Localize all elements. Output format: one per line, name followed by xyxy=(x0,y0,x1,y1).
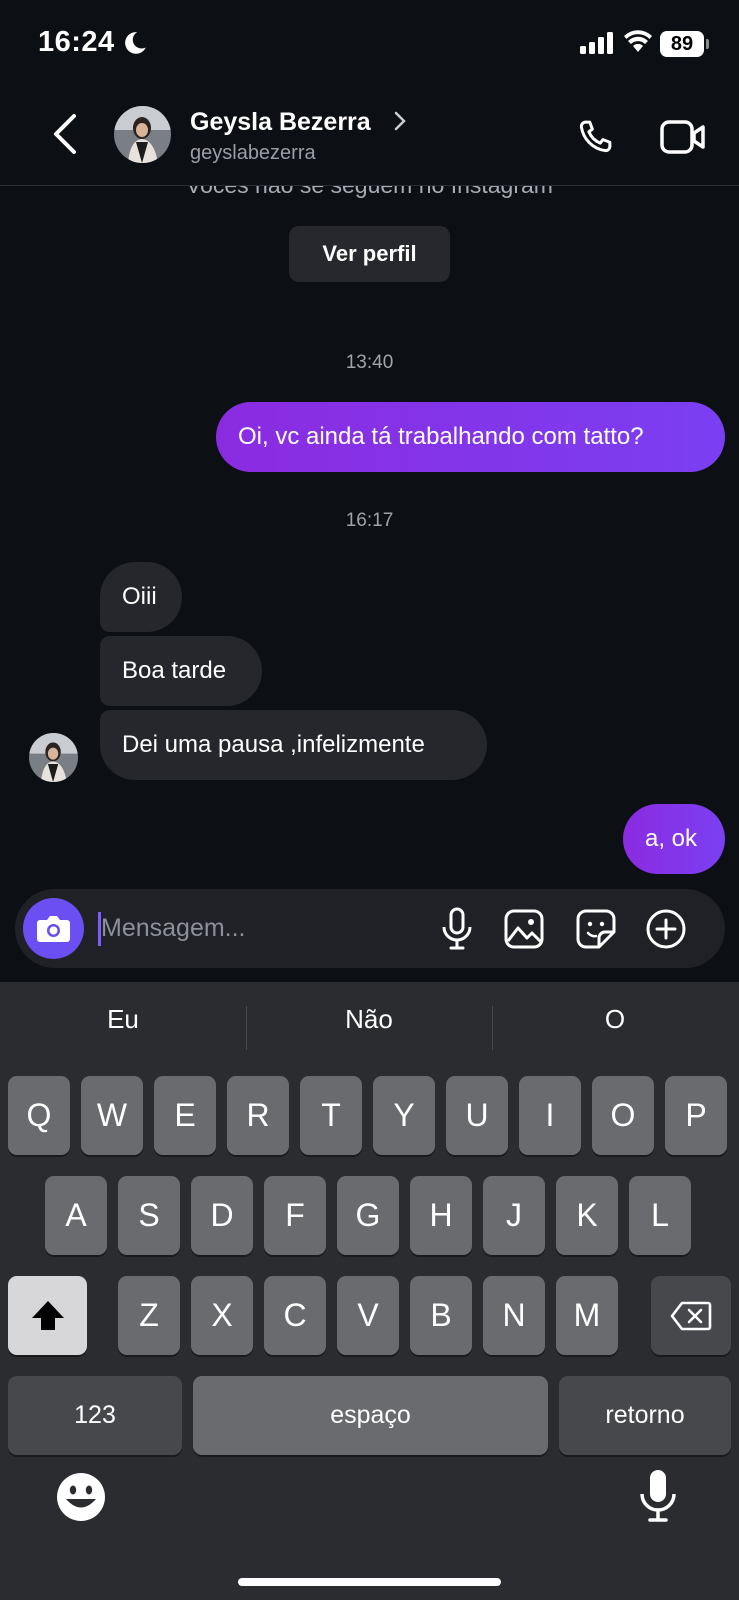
video-call-icon[interactable] xyxy=(660,118,706,156)
shift-key[interactable] xyxy=(8,1276,87,1355)
backspace-icon xyxy=(670,1301,712,1331)
key-s[interactable]: S xyxy=(118,1176,180,1255)
key-m[interactable]: M xyxy=(556,1276,618,1355)
dictation-mic-icon[interactable] xyxy=(638,1468,678,1524)
contact-name[interactable]: Geysla Bezerra xyxy=(190,108,371,137)
key-d[interactable]: D xyxy=(191,1176,253,1255)
key-y[interactable]: Y xyxy=(373,1076,435,1155)
wifi-icon xyxy=(624,30,652,52)
key-h[interactable]: H xyxy=(410,1176,472,1255)
sticker-icon[interactable] xyxy=(575,908,617,950)
key-v[interactable]: V xyxy=(337,1276,399,1355)
key-p[interactable]: P xyxy=(665,1076,727,1155)
received-message[interactable]: Boa tarde xyxy=(100,636,262,706)
phone-call-icon[interactable] xyxy=(574,116,616,158)
key-a[interactable]: A xyxy=(45,1176,107,1255)
battery-indicator: 89 xyxy=(660,31,704,57)
key-j[interactable]: J xyxy=(483,1176,545,1255)
received-message[interactable]: Oiii xyxy=(100,562,182,632)
timestamp: 13:40 xyxy=(345,352,394,373)
suggestion-2[interactable]: Não xyxy=(246,1004,492,1035)
home-indicator xyxy=(238,1578,501,1586)
key-n[interactable]: N xyxy=(483,1276,545,1355)
contact-username: geyslabezerra xyxy=(190,142,316,164)
sent-message[interactable]: Oi, vc ainda tá trabalhando com tatto? xyxy=(216,402,725,472)
suggestion-3[interactable]: O xyxy=(492,1004,738,1035)
camera-icon xyxy=(37,916,70,942)
message-input[interactable] xyxy=(101,901,421,956)
key-i[interactable]: I xyxy=(519,1076,581,1155)
sent-message[interactable]: a, ok xyxy=(623,804,725,874)
numbers-key[interactable]: 123 xyxy=(8,1376,182,1455)
shift-arrow-icon xyxy=(31,1301,64,1330)
key-t[interactable]: T xyxy=(300,1076,362,1155)
key-f[interactable]: F xyxy=(264,1176,326,1255)
key-x[interactable]: X xyxy=(191,1276,253,1355)
on-screen-keyboard: Eu Não O Q W E R T Y U I O P A S D F G H… xyxy=(0,982,739,1600)
signal-icon xyxy=(580,32,613,54)
moon-icon xyxy=(125,32,146,54)
key-c[interactable]: C xyxy=(264,1276,326,1355)
follow-status-note: Vocês não se seguem no Instagram xyxy=(0,186,739,199)
sender-avatar[interactable] xyxy=(29,733,78,782)
return-key[interactable]: retorno xyxy=(559,1376,731,1455)
key-b[interactable]: B xyxy=(410,1276,472,1355)
space-key[interactable]: espaço xyxy=(193,1376,548,1455)
chevron-right-icon[interactable] xyxy=(393,110,407,132)
message-thread: Vocês não se seguem no Instagram Ver per… xyxy=(0,186,739,886)
key-e[interactable]: E xyxy=(154,1076,216,1155)
received-message[interactable]: Dei uma pausa ,infelizmente xyxy=(100,710,487,780)
add-plus-icon[interactable] xyxy=(645,908,687,950)
gallery-icon[interactable] xyxy=(503,908,545,950)
key-u[interactable]: U xyxy=(446,1076,508,1155)
key-r[interactable]: R xyxy=(227,1076,289,1155)
key-w[interactable]: W xyxy=(81,1076,143,1155)
chat-header: Geysla Bezerra geyslabezerra xyxy=(0,90,739,186)
timestamp: 16:17 xyxy=(345,510,394,531)
key-q[interactable]: Q xyxy=(8,1076,70,1155)
suggestion-1[interactable]: Eu xyxy=(0,1004,246,1035)
key-z[interactable]: Z xyxy=(118,1276,180,1355)
message-composer xyxy=(15,889,725,968)
view-profile-button[interactable]: Ver perfil xyxy=(289,226,450,282)
avatar[interactable] xyxy=(114,106,171,163)
key-k[interactable]: K xyxy=(556,1176,618,1255)
key-o[interactable]: O xyxy=(592,1076,654,1155)
back-arrow-icon[interactable] xyxy=(48,112,82,156)
key-g[interactable]: G xyxy=(337,1176,399,1255)
battery-tip xyxy=(706,39,709,49)
camera-button[interactable] xyxy=(23,898,84,959)
status-bar: 16:24 89 xyxy=(0,0,739,90)
backspace-key[interactable] xyxy=(651,1276,731,1355)
key-l[interactable]: L xyxy=(629,1176,691,1255)
emoji-icon[interactable] xyxy=(56,1472,106,1522)
microphone-icon[interactable] xyxy=(440,907,474,951)
status-time: 16:24 xyxy=(38,26,115,58)
